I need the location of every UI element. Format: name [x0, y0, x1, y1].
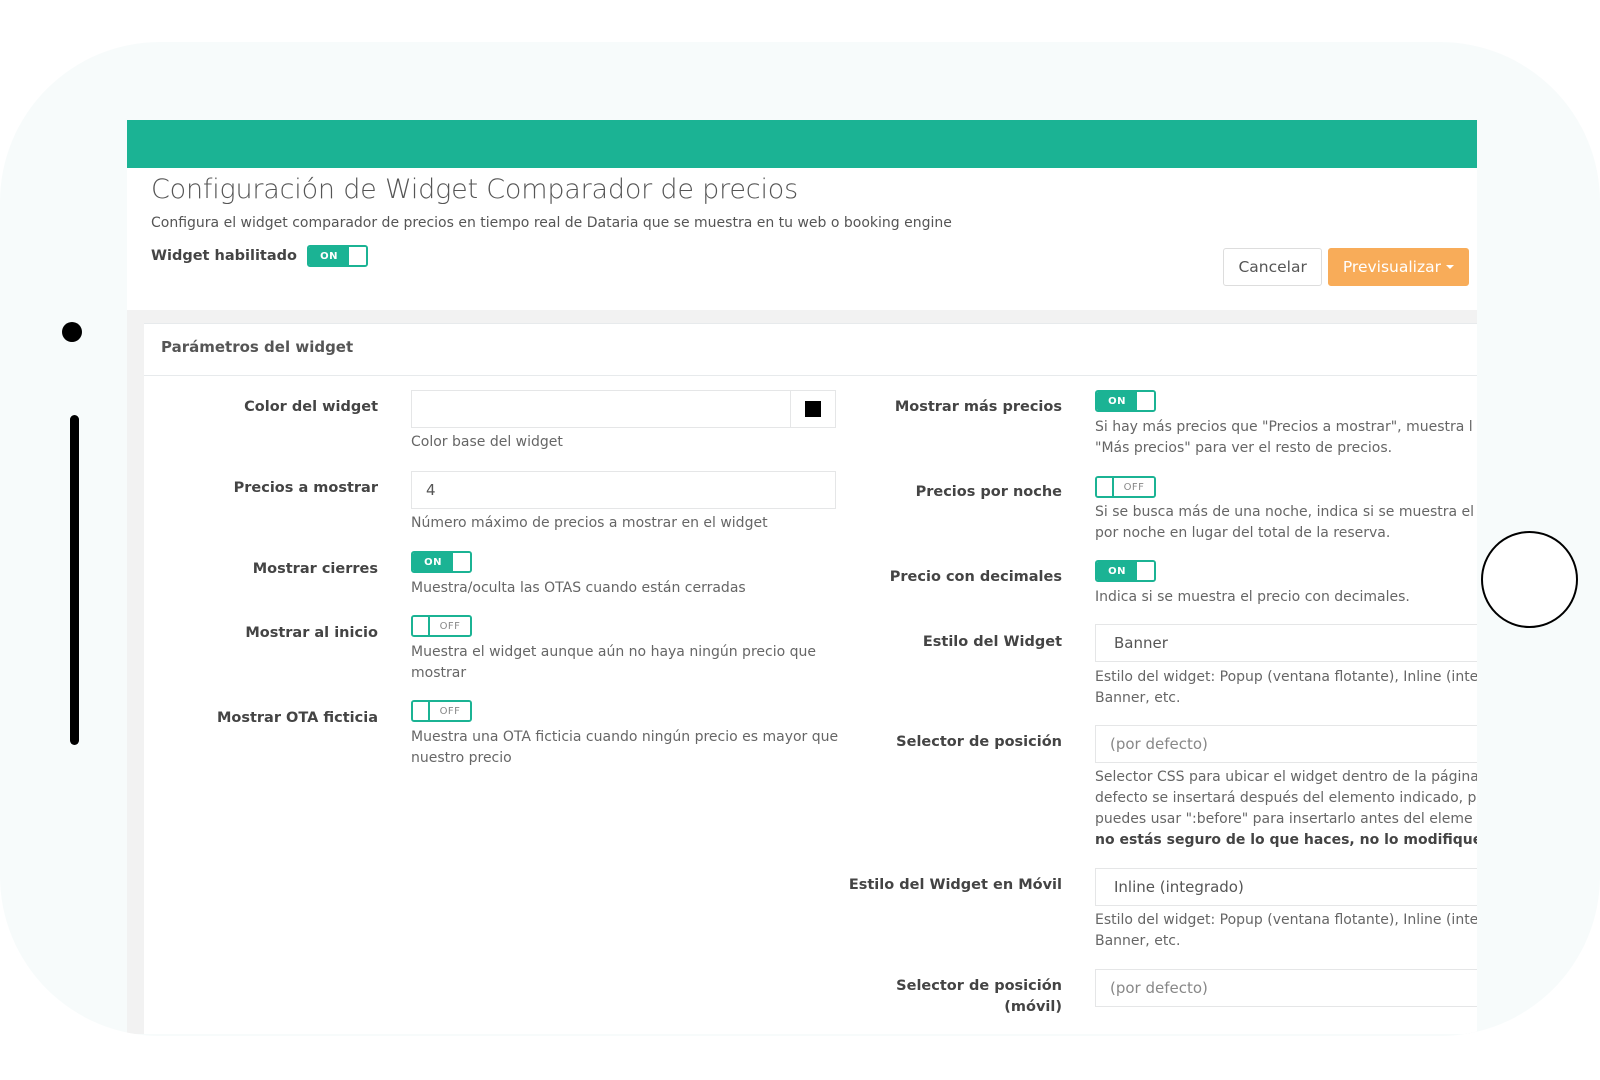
- color-picker-button[interactable]: [791, 390, 836, 428]
- color-help: Color base del widget: [411, 434, 563, 450]
- fake-ota-toggle[interactable]: OFF: [411, 700, 472, 722]
- style-help-line-2: Banner, etc.: [1095, 690, 1181, 706]
- side-bar: [70, 415, 79, 745]
- mobile-style-help-line-2: Banner, etc.: [1095, 933, 1181, 949]
- toggle-on-text: ON: [309, 247, 349, 265]
- preview-button[interactable]: Previsualizar: [1327, 248, 1469, 286]
- per-night-label: Precios por noche: [915, 484, 1062, 500]
- cancel-button[interactable]: Cancelar: [1223, 248, 1322, 286]
- header-actions: Cancelar Previsualizar: [1223, 248, 1469, 286]
- mobile-style-select-value: Inline (integrado): [1114, 878, 1244, 896]
- mobile-style-help-line-1: Estilo del widget: Popup (ventana flotan…: [1095, 912, 1477, 928]
- widget-enabled-toggle[interactable]: ON: [307, 245, 368, 267]
- panel-title: Parámetros del widget: [144, 324, 1477, 376]
- fake-ota-help-line-1: Muestra una OTA ficticia cuando ningún p…: [411, 729, 839, 745]
- style-label: Estilo del Widget: [922, 634, 1062, 650]
- decimals-toggle[interactable]: ON: [1095, 560, 1156, 582]
- more-prices-help-line-2: "Más precios" para ver el resto de preci…: [1095, 440, 1393, 456]
- more-prices-label: Mostrar más precios: [894, 399, 1062, 415]
- page-title: Configuración de Widget Comparador de pr…: [151, 174, 798, 205]
- more-prices-toggle[interactable]: ON: [1095, 390, 1156, 412]
- mobile-style-select[interactable]: Inline (integrado): [1095, 868, 1477, 906]
- mobile-style-label: Estilo del Widget en Móvil: [848, 877, 1062, 893]
- page-header: Configuración de Widget Comparador de pr…: [127, 168, 1477, 310]
- prices-label: Precios a mostrar: [233, 480, 378, 496]
- per-night-help-line-1: Si se busca más de una noche, indica si …: [1095, 504, 1475, 520]
- widget-params-panel: Parámetros del widget Color del widget C…: [144, 323, 1477, 1034]
- at-start-help-line-1: Muestra el widget aunque aún no haya nin…: [411, 644, 816, 660]
- toggle-on-text: ON: [413, 553, 453, 571]
- toggle-on-text: ON: [1097, 562, 1137, 580]
- page-subtitle: Configura el widget comparador de precio…: [151, 215, 952, 231]
- position-help-line-1: Selector CSS para ubicar el widget dentr…: [1095, 769, 1477, 785]
- toggle-knob: [453, 553, 470, 571]
- position-help-line-2: defecto se insertará después del element…: [1095, 790, 1477, 806]
- widget-enabled-label: Widget habilitado: [151, 248, 297, 264]
- color-swatch: [805, 401, 821, 417]
- toggle-knob: [1137, 392, 1154, 410]
- top-navbar: [127, 120, 1477, 168]
- decimals-label: Precio con decimales: [889, 569, 1062, 585]
- position-label: Selector de posición: [896, 734, 1062, 750]
- at-start-help-line-2: mostrar: [411, 665, 467, 681]
- decimals-help: Indica si se muestra el precio con decim…: [1095, 589, 1410, 605]
- camera-dot: [62, 322, 82, 342]
- closures-label: Mostrar cierres: [252, 561, 378, 577]
- toggle-on-text: ON: [1097, 392, 1137, 410]
- at-start-toggle[interactable]: OFF: [411, 615, 472, 637]
- mobile-position-input[interactable]: (por defecto): [1095, 969, 1477, 1007]
- position-input[interactable]: (por defecto): [1095, 725, 1477, 763]
- at-start-label: Mostrar al inicio: [245, 625, 378, 641]
- per-night-help-line-2: por noche en lugar del total de la reser…: [1095, 525, 1391, 541]
- toggle-knob: [1097, 478, 1114, 496]
- fake-ota-help-line-2: nuestro precio: [411, 750, 512, 766]
- position-input-placeholder: (por defecto): [1110, 735, 1208, 753]
- closures-toggle[interactable]: ON: [411, 551, 472, 573]
- style-select[interactable]: Banner: [1095, 624, 1477, 662]
- toggle-off-text: OFF: [1114, 478, 1154, 496]
- cancel-button-label: Cancelar: [1238, 258, 1307, 276]
- toggle-off-text: OFF: [430, 702, 470, 720]
- style-select-value: Banner: [1114, 634, 1168, 652]
- toggle-knob: [413, 702, 430, 720]
- style-help-line-1: Estilo del widget: Popup (ventana flotan…: [1095, 669, 1477, 685]
- toggle-knob: [1137, 562, 1154, 580]
- more-prices-help-line-1: Si hay más precios que "Precios a mostra…: [1095, 419, 1473, 435]
- color-label: Color del widget: [244, 399, 378, 415]
- prices-input[interactable]: 4: [411, 471, 836, 509]
- color-input[interactable]: [411, 390, 791, 428]
- caret-down-icon: [1446, 265, 1454, 269]
- mobile-position-label-line-2: (móvil): [1004, 999, 1062, 1015]
- toggle-off-text: OFF: [430, 617, 470, 635]
- toggle-knob: [349, 247, 366, 265]
- mobile-position-label-line-1: Selector de posición: [896, 978, 1062, 994]
- position-help-line-3: puedes usar ":before" para insertarlo an…: [1095, 811, 1473, 827]
- fake-ota-label: Mostrar OTA ficticia: [216, 710, 378, 726]
- prices-help: Número máximo de precios a mostrar en el…: [411, 515, 768, 531]
- preview-button-label: Previsualizar: [1342, 258, 1441, 276]
- per-night-toggle[interactable]: OFF: [1095, 476, 1156, 498]
- position-help-line-4: no estás seguro de lo que haces, no lo m…: [1095, 832, 1477, 848]
- prices-input-value: 4: [426, 481, 436, 499]
- closures-help: Muestra/oculta las OTAS cuando están cer…: [411, 580, 746, 596]
- home-button[interactable]: [1481, 531, 1578, 628]
- mobile-position-input-placeholder: (por defecto): [1110, 979, 1208, 997]
- tablet-frame: Configuración de Widget Comparador de pr…: [0, 42, 1600, 1036]
- app-screen: Configuración de Widget Comparador de pr…: [127, 120, 1477, 1034]
- toggle-knob: [413, 617, 430, 635]
